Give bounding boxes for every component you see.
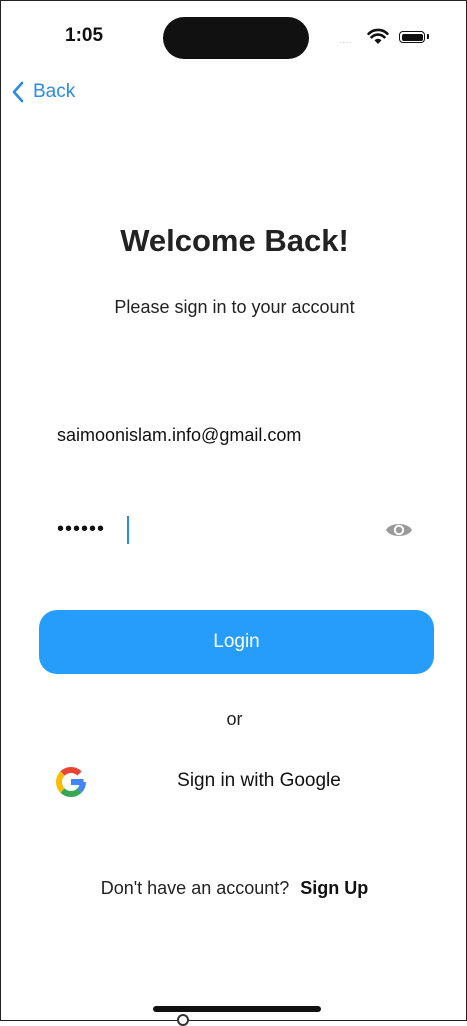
home-dot bbox=[177, 1014, 189, 1026]
email-field[interactable]: saimoonislam.info@gmail.com bbox=[57, 425, 301, 446]
google-sign-in-button[interactable]: Sign in with Google bbox=[39, 757, 434, 807]
home-indicator[interactable] bbox=[153, 1006, 321, 1012]
page-title: Welcome Back! bbox=[120, 223, 349, 258]
cellular-signal-icon: .... bbox=[339, 35, 354, 45]
text-caret bbox=[127, 516, 129, 544]
back-button[interactable]: Back bbox=[11, 80, 75, 104]
page-subtitle: Please sign in to your account bbox=[114, 297, 355, 317]
signup-prompt-text: Don't have an account? bbox=[100, 878, 290, 898]
back-label: Back bbox=[33, 81, 76, 102]
login-button[interactable]: Login bbox=[39, 610, 434, 674]
or-divider-label: or bbox=[226, 709, 243, 729]
google-sign-in-label: Sign in with Google bbox=[177, 770, 341, 791]
battery-icon bbox=[399, 31, 425, 43]
password-field-row: •••••• bbox=[57, 516, 417, 546]
eye-icon[interactable] bbox=[385, 519, 413, 541]
dynamic-island bbox=[163, 17, 309, 59]
status-time: 1:05 bbox=[65, 25, 104, 46]
password-field[interactable]: •••••• bbox=[57, 518, 105, 541]
signup-prompt: Don't have an account? Sign Up bbox=[1, 878, 467, 899]
wifi-icon bbox=[367, 28, 389, 44]
battery-tip bbox=[427, 34, 429, 39]
sign-up-link[interactable]: Sign Up bbox=[300, 878, 368, 898]
chevron-left-icon bbox=[12, 81, 24, 103]
